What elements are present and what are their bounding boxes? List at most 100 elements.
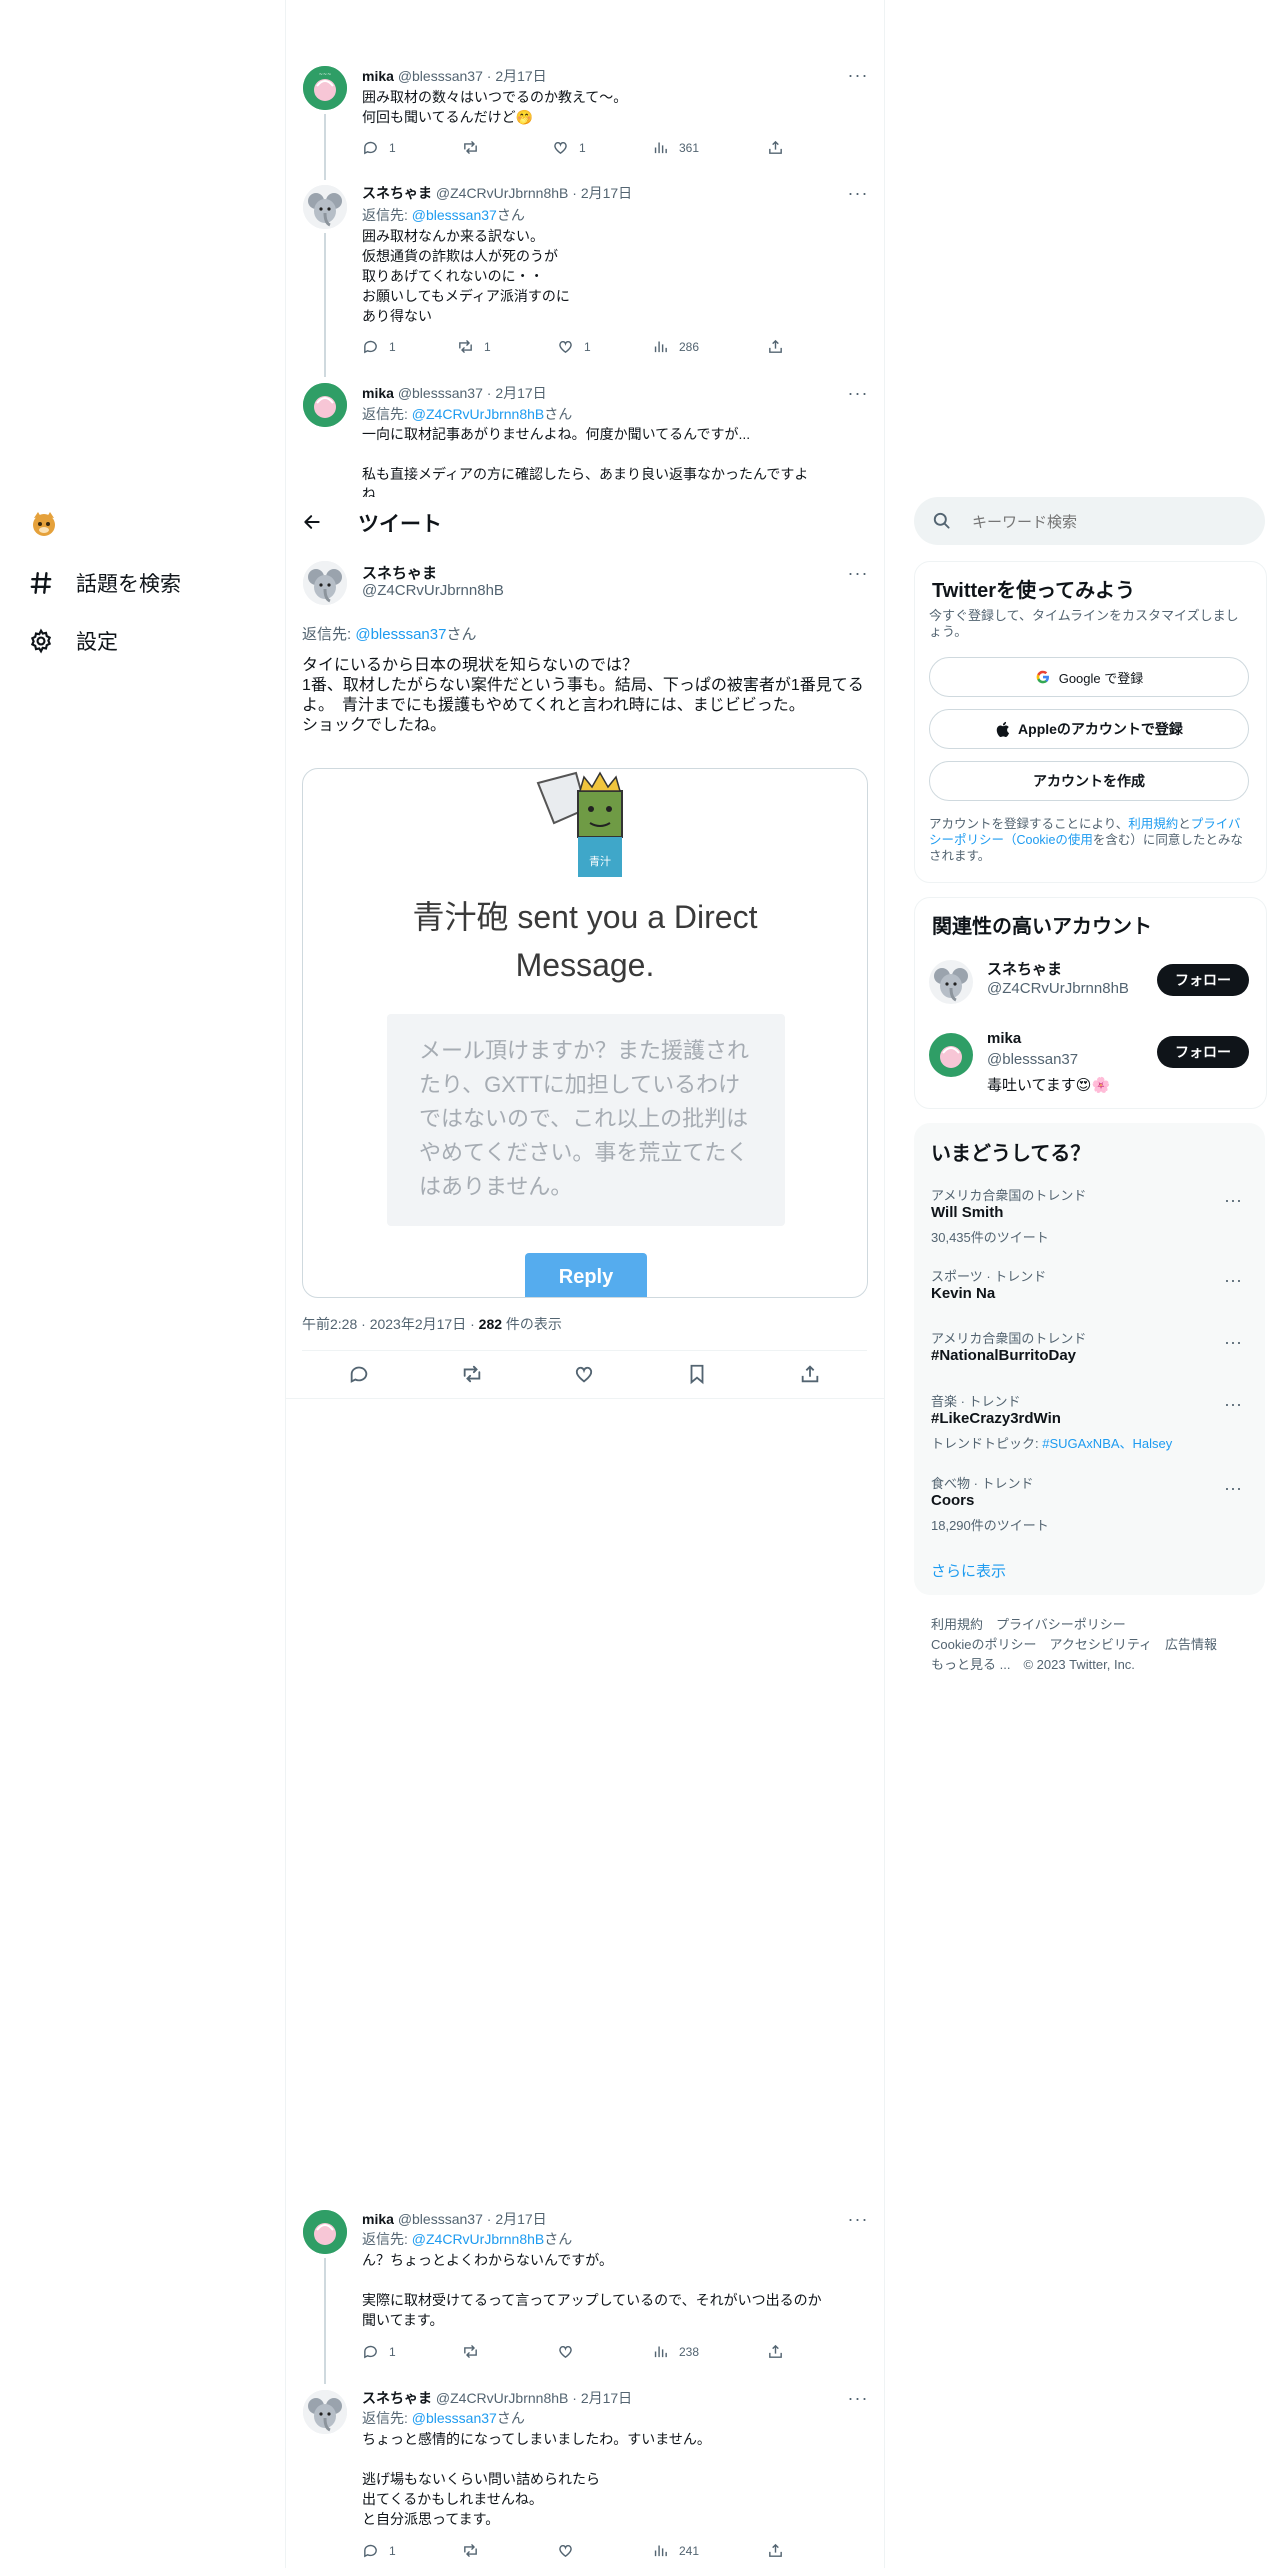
author-name[interactable]: mika — [362, 2211, 394, 2227]
more-icon[interactable]: ··· — [846, 184, 870, 202]
account-name[interactable]: mika — [987, 1030, 1021, 1047]
more-icon[interactable]: ··· — [846, 2210, 870, 2228]
bookmark-icon[interactable] — [686, 1363, 708, 1385]
reply-to-line: 返信先: @Z4CRvUrJbrnn8hBさん — [362, 404, 572, 424]
author-name[interactable]: スネちゃま — [362, 2390, 432, 2406]
heart-icon[interactable] — [573, 1363, 595, 1385]
avatar[interactable] — [303, 561, 347, 605]
create-account-button[interactable]: アカウントを作成 — [929, 761, 1249, 801]
like-button[interactable]: 1 — [557, 338, 591, 355]
google-signup-button[interactable]: Google で登録 — [929, 657, 1249, 697]
author-handle[interactable]: @blesssan37 — [398, 2211, 483, 2227]
terms-link[interactable]: 利用規約 — [1128, 817, 1178, 831]
reply-to-link[interactable]: @Z4CRvUrJbrnn8hB — [412, 2231, 544, 2247]
views-button[interactable]: 241 — [652, 2542, 699, 2559]
search-bar[interactable] — [914, 497, 1265, 547]
more-icon[interactable]: ··· — [1224, 1479, 1242, 1497]
footer-links[interactable]: Cookieのポリシー アクセシビリティ 広告情報 — [931, 1634, 1217, 1653]
reply-to-link[interactable]: @blesssan37 — [412, 207, 497, 223]
views-button[interactable]: 286 — [652, 338, 699, 355]
view-count: 241 — [679, 2543, 700, 2558]
more-icon[interactable]: ··· — [846, 564, 870, 582]
views-button[interactable]: 238 — [652, 2343, 699, 2360]
share-button[interactable] — [767, 139, 784, 156]
reply-button[interactable]: 1 — [362, 2542, 396, 2559]
page-title: ツイート — [358, 513, 442, 536]
more-icon[interactable]: ··· — [1224, 1395, 1242, 1413]
search-input[interactable] — [970, 497, 1254, 547]
footer-links[interactable]: 利用規約 プライバシーポリシー — [931, 1614, 1126, 1633]
back-arrow-icon[interactable] — [302, 512, 322, 532]
author-name[interactable]: スネちゃま — [362, 562, 437, 583]
share-button[interactable] — [767, 2343, 784, 2360]
avatar[interactable] — [303, 185, 347, 229]
retweet-button[interactable] — [462, 2542, 489, 2559]
retweet-icon — [464, 2345, 477, 2358]
views-button[interactable]: 361 — [652, 139, 699, 156]
author-handle[interactable]: @blesssan37 — [398, 68, 483, 84]
reply-icon[interactable] — [348, 1363, 370, 1385]
reply-button[interactable]: 1 — [362, 338, 396, 355]
follow-button[interactable]: フォロー — [1157, 1036, 1249, 1068]
author-name[interactable]: mika — [362, 385, 394, 401]
dm-reply-button[interactable]: Reply — [525, 1253, 647, 1297]
views-icon — [654, 142, 667, 154]
avatar[interactable] — [303, 383, 347, 427]
more-icon[interactable]: ··· — [1224, 1271, 1242, 1289]
like-button[interactable] — [557, 2343, 584, 2360]
more-icon[interactable]: ··· — [846, 384, 870, 402]
thread-line — [324, 2258, 326, 2384]
tweet-header: mika @blesssan37 · 2月17日 — [362, 2211, 547, 2227]
attached-image[interactable]: 青汁 青汁砲 sent you a Direct Message. メール頂けま… — [302, 768, 868, 1298]
like-button[interactable] — [557, 2542, 584, 2559]
author-name[interactable]: スネちゃま — [362, 185, 432, 201]
nav-settings[interactable]: 設定 — [28, 626, 118, 656]
avatar[interactable] — [303, 2390, 347, 2434]
author-handle[interactable]: @Z4CRvUrJbrnn8hB — [362, 582, 504, 599]
user-avatar-small[interactable] — [30, 509, 58, 537]
more-icon[interactable]: ··· — [1224, 1333, 1242, 1351]
tweet-date[interactable]: 2月17日 — [495, 68, 546, 84]
share-icon[interactable] — [799, 1363, 821, 1385]
footer-links[interactable]: もっと見る ... © 2023 Twitter, Inc. — [931, 1654, 1135, 1673]
retweet-button[interactable]: 1 — [457, 338, 491, 355]
reply-to-link[interactable]: @blesssan37 — [355, 626, 446, 643]
tweet-date[interactable]: 2月17日 — [495, 2211, 546, 2227]
share-button[interactable] — [767, 338, 784, 355]
avatar[interactable] — [929, 1033, 973, 1077]
apple-signup-button[interactable]: Appleのアカウントで登録 — [929, 709, 1249, 749]
tweet-date[interactable]: 2月17日 — [581, 185, 632, 201]
trend-topics-links[interactable]: #SUGAxNBA、Halsey — [1042, 1436, 1172, 1451]
reply-to-link[interactable]: @Z4CRvUrJbrnn8hB — [412, 406, 544, 422]
reply-to-link[interactable]: @blesssan37 — [412, 2410, 497, 2426]
retweet-button[interactable] — [462, 139, 489, 156]
thread-line — [324, 114, 326, 180]
more-icon[interactable]: ··· — [846, 66, 870, 84]
account-name[interactable]: スネちゃま — [987, 958, 1062, 979]
avatar[interactable] — [929, 960, 973, 1004]
avatar[interactable]: ~~~ — [303, 66, 347, 110]
author-handle[interactable]: @Z4CRvUrJbrnn8hB — [436, 185, 568, 201]
tweet-date[interactable]: 2月17日 — [581, 2390, 632, 2406]
heart-icon — [559, 2345, 572, 2359]
signup-panel: Twitterを使ってみよう 今すぐ登録して、タイムラインをカスタマイズしましょ… — [914, 561, 1267, 883]
show-more-link[interactable]: さらに表示 — [931, 1560, 1006, 1581]
nav-explore[interactable]: 話題を検索 — [28, 568, 181, 598]
tweet-date[interactable]: 2月17日 — [495, 385, 546, 401]
retweet-icon[interactable] — [461, 1363, 483, 1385]
tweet-date[interactable]: 2023年2月17日 — [370, 1316, 467, 1332]
retweet-button[interactable] — [462, 2343, 489, 2360]
author-name[interactable]: mika — [362, 68, 394, 84]
like-button[interactable]: 1 — [552, 139, 586, 156]
avatar[interactable] — [303, 2210, 347, 2254]
author-handle[interactable]: @blesssan37 — [398, 385, 483, 401]
tweet-time[interactable]: 午前2:28 — [302, 1316, 357, 1332]
more-icon[interactable]: ··· — [846, 2389, 870, 2407]
reply-button[interactable]: 1 — [362, 2343, 396, 2360]
share-button[interactable] — [767, 2542, 784, 2559]
view-suffix: 件の表示 — [505, 1316, 562, 1332]
reply-button[interactable]: 1 — [362, 139, 396, 156]
follow-button[interactable]: フォロー — [1157, 964, 1249, 996]
more-icon[interactable]: ··· — [1224, 1191, 1242, 1209]
author-handle[interactable]: @Z4CRvUrJbrnn8hB — [436, 2390, 568, 2406]
